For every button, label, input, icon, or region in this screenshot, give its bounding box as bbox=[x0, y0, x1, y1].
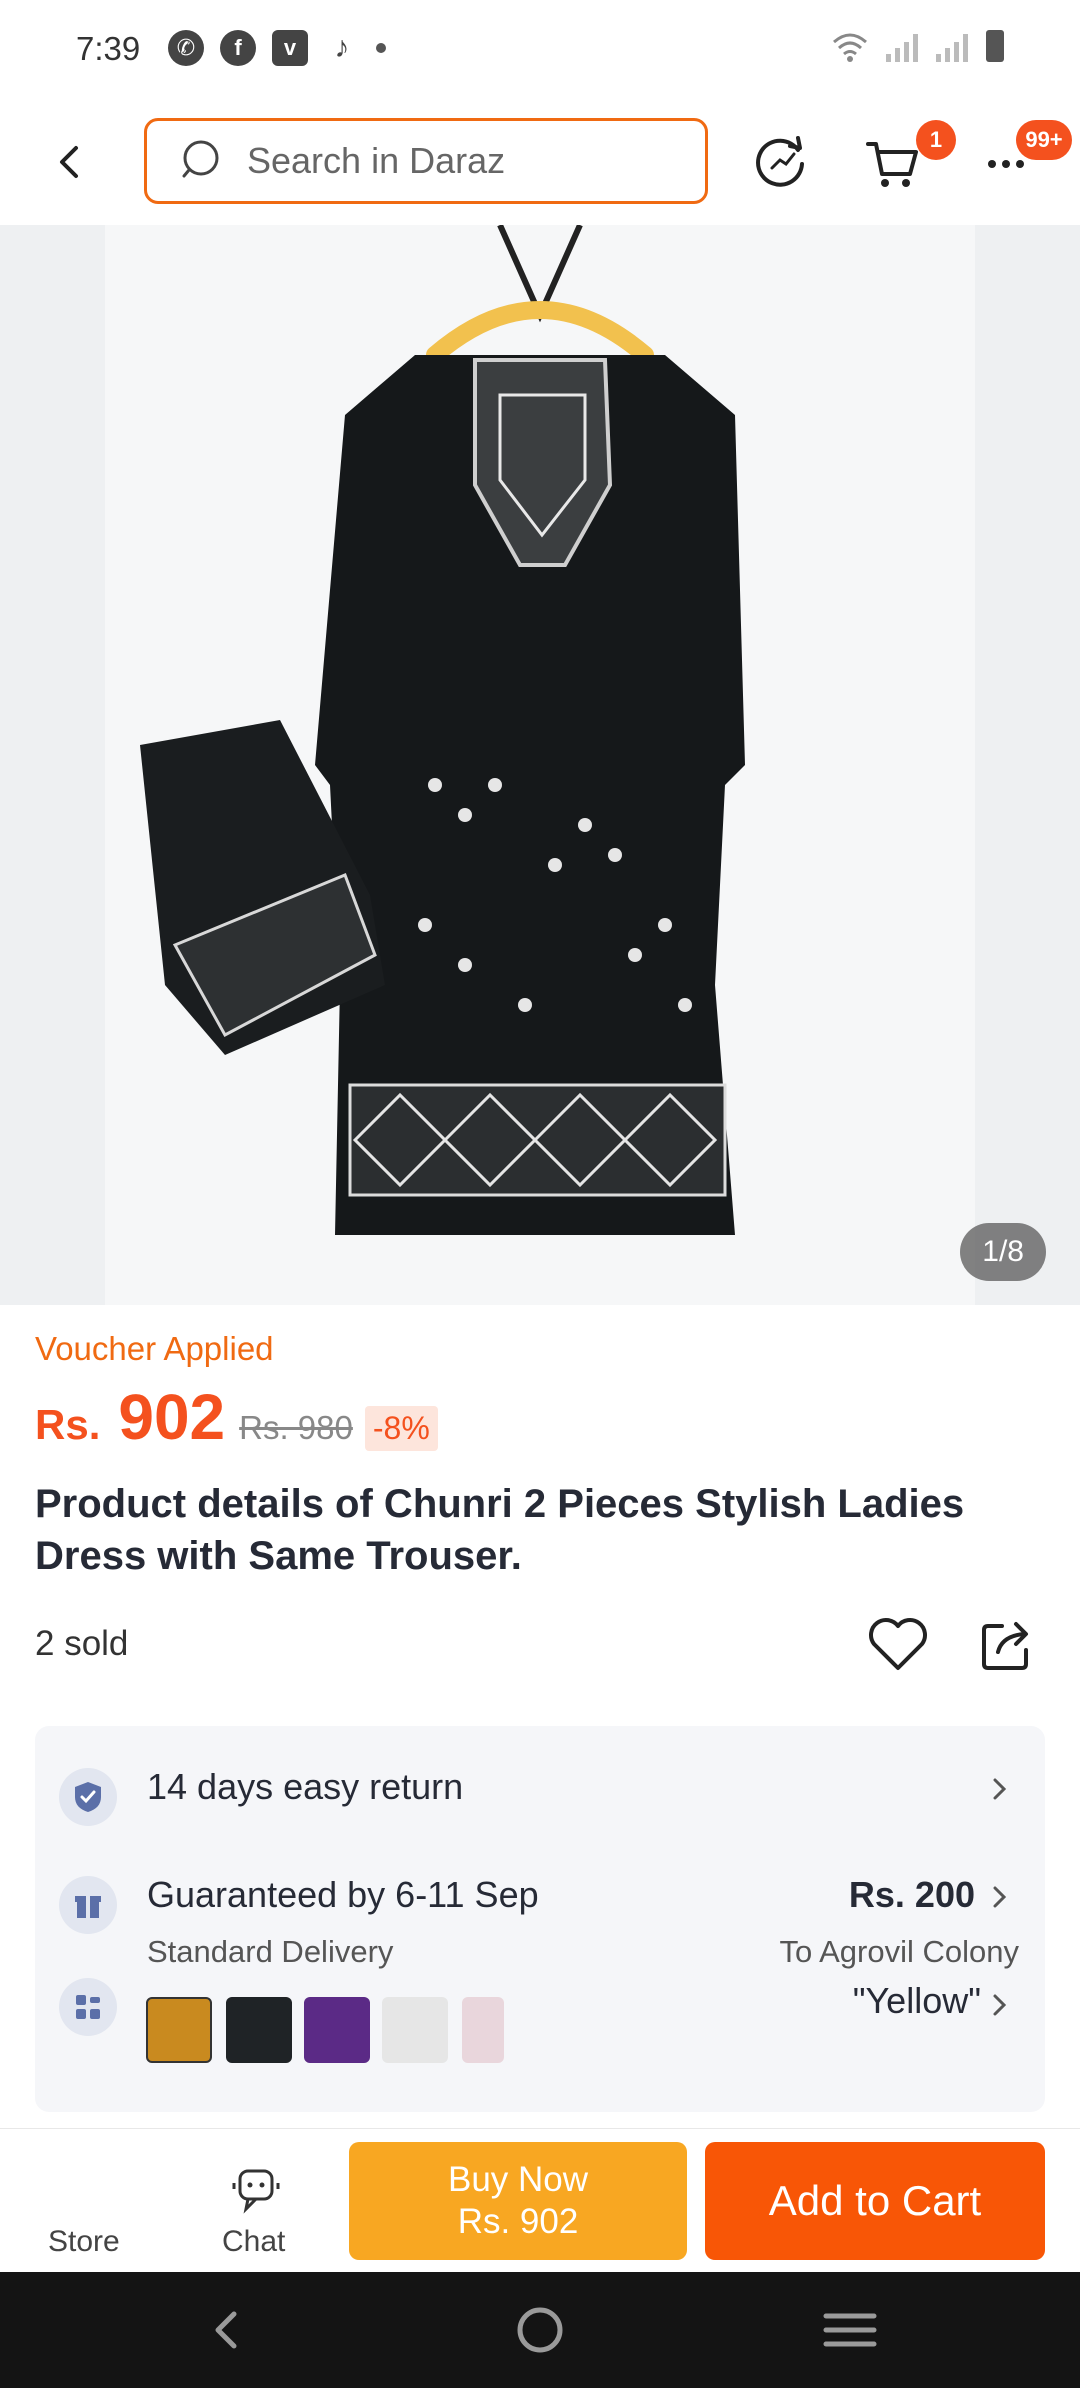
image-counter: 1/8 bbox=[960, 1223, 1046, 1281]
variant-thumbnail[interactable] bbox=[304, 1997, 370, 2063]
back-arrow-icon[interactable] bbox=[50, 142, 90, 182]
price-value: 902 bbox=[118, 1381, 226, 1453]
refresh-icon[interactable] bbox=[750, 132, 810, 192]
system-status-icons bbox=[832, 30, 1004, 62]
variant-thumbnail[interactable] bbox=[226, 1997, 292, 2063]
search-input[interactable]: Search in Daraz bbox=[144, 118, 708, 204]
cart-icon[interactable] bbox=[862, 132, 922, 192]
share-icon[interactable] bbox=[976, 1614, 1036, 1674]
system-menu-icon[interactable] bbox=[822, 2302, 878, 2358]
discount-badge: -8% bbox=[364, 1406, 438, 1451]
delivery-type-text: Standard Delivery bbox=[147, 1934, 394, 1969]
search-icon bbox=[182, 140, 219, 178]
heart-icon[interactable] bbox=[866, 1612, 930, 1676]
chevron-right-icon[interactable] bbox=[987, 1776, 1013, 1802]
buy-now-price: Rs. 902 bbox=[457, 2202, 579, 2241]
chevron-right-icon[interactable] bbox=[987, 1884, 1013, 1910]
price-currency: Rs. bbox=[35, 1401, 101, 1448]
system-back-icon[interactable] bbox=[200, 2302, 256, 2358]
vimeo-icon: v bbox=[272, 30, 308, 66]
buy-now-button[interactable]: Buy Now Rs. 902 bbox=[349, 2142, 687, 2260]
chat-label[interactable]: Chat bbox=[222, 2225, 285, 2259]
wifi-icon bbox=[833, 33, 867, 62]
add-to-cart-button[interactable]: Add to Cart bbox=[705, 2142, 1045, 2260]
original-price: Rs. 980 bbox=[239, 1409, 353, 1446]
top-nav: Search in Daraz 1 99+ bbox=[0, 100, 1080, 225]
buy-now-label: Buy Now bbox=[447, 2160, 589, 2199]
system-nav-bar bbox=[0, 2272, 1080, 2388]
variants-grid-icon bbox=[59, 1978, 117, 2036]
status-bar: 7:39 ✆ f v ♪ bbox=[0, 0, 1080, 100]
tiktok-icon: ♪ bbox=[334, 31, 350, 64]
chat-icon[interactable] bbox=[228, 2167, 284, 2217]
delivery-location[interactable]: To Agrovil Colony bbox=[779, 1934, 1019, 1970]
chevron-right-icon[interactable] bbox=[987, 1992, 1013, 2018]
notification-badge: 99+ bbox=[1016, 120, 1072, 160]
system-home-icon[interactable] bbox=[512, 2302, 568, 2358]
store-button[interactable]: Store bbox=[30, 2129, 140, 2273]
dot-icon bbox=[376, 43, 386, 53]
signal-icon bbox=[886, 32, 918, 62]
product-image-gallery[interactable]: 1/8 bbox=[0, 225, 1080, 1305]
notification-icons: ✆ f v ♪ bbox=[168, 30, 386, 66]
battery-icon bbox=[986, 30, 1004, 62]
cart-badge: 1 bbox=[916, 120, 956, 160]
sold-count: 2 sold bbox=[35, 1624, 129, 1663]
delivery-guarantee-text[interactable]: Guaranteed by 6-11 Sep bbox=[147, 1874, 539, 1916]
signal-icon bbox=[936, 32, 968, 62]
variant-thumbnail[interactable] bbox=[462, 1997, 504, 2063]
variant-thumbnail[interactable] bbox=[146, 1997, 212, 2063]
whatsapp-icon: ✆ bbox=[168, 30, 204, 66]
selected-variant[interactable]: "Yellow" bbox=[853, 1980, 981, 2022]
gift-box-icon bbox=[59, 1876, 117, 1934]
variant-thumbnail[interactable] bbox=[382, 1997, 448, 2063]
return-policy-text[interactable]: 14 days easy return bbox=[147, 1766, 463, 1808]
product-photo bbox=[140, 225, 745, 1235]
voucher-applied-label: Voucher Applied bbox=[35, 1330, 274, 1367]
search-placeholder: Search in Daraz bbox=[247, 140, 506, 181]
price-row: Rs. 902 Rs. 980 -8% bbox=[35, 1380, 438, 1454]
status-time: 7:39 bbox=[76, 30, 141, 67]
bottom-action-bar: Store Chat Buy Now Rs. 902 Add to Cart bbox=[0, 2128, 1080, 2272]
shield-check-icon bbox=[59, 1768, 117, 1826]
delivery-fee: Rs. 200 bbox=[848, 1874, 975, 1915]
facebook-icon: f bbox=[220, 30, 256, 66]
product-title: Product details of Chunri 2 Pieces Styli… bbox=[35, 1482, 965, 1578]
store-label: Store bbox=[48, 2225, 120, 2258]
product-image[interactable] bbox=[105, 225, 975, 1305]
